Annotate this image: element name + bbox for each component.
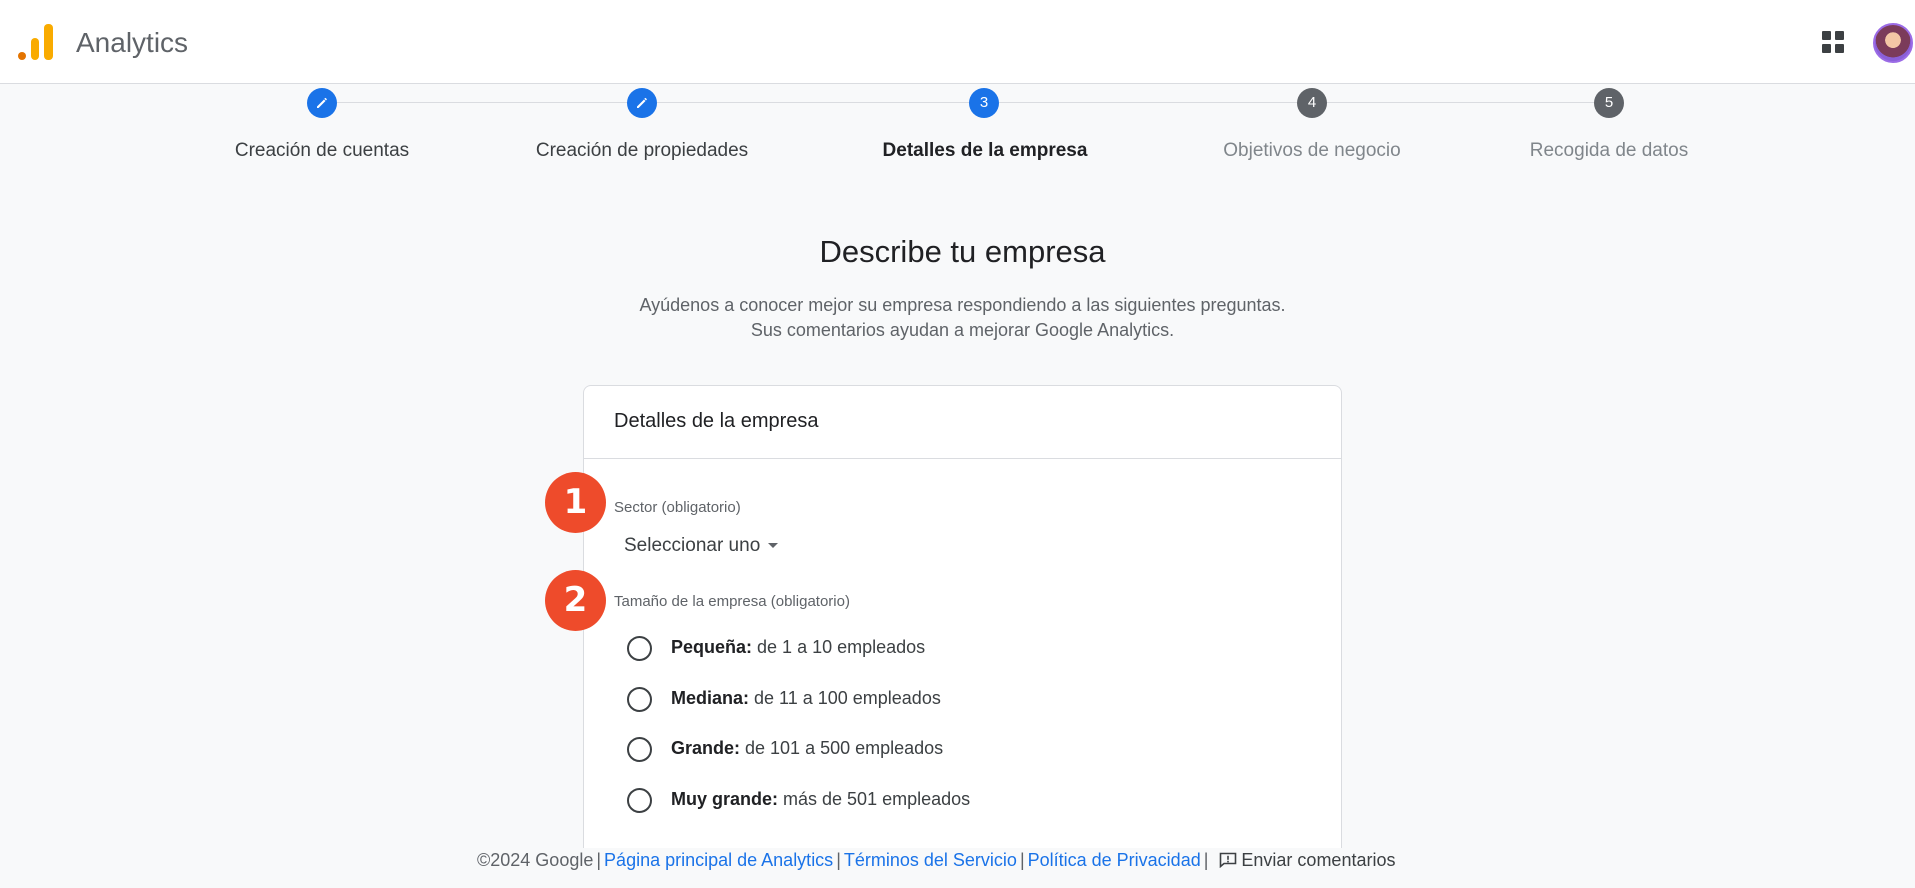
sector-label: Sector (obligatorio) <box>614 499 741 516</box>
page-subtitle-line1: Ayúdenos a conocer mejor su empresa resp… <box>639 295 1286 315</box>
feedback-icon <box>1220 852 1237 868</box>
step-1-label[interactable]: Creación de cuentas <box>235 140 409 162</box>
size-option-label: Grande: de 101 a 500 empleados <box>671 738 944 758</box>
sector-dropdown[interactable]: Seleccionar uno <box>624 535 779 557</box>
step-3-label: Detalles de la empresa <box>882 140 1088 161</box>
company-size-label: Tamaño de la empresa (obligatorio) <box>614 593 850 610</box>
stepper-connector <box>337 102 629 103</box>
analytics-home-link[interactable]: Página principal de Analytics <box>604 850 833 870</box>
sector-dropdown-value: Seleccionar uno <box>624 535 761 556</box>
size-option-label: Mediana: de 11 a 100 empleados <box>671 688 941 708</box>
step-1-edit-icon[interactable] <box>307 88 337 118</box>
stepper-connector <box>999 102 1297 103</box>
business-details-card: Detalles de la empresa Sector (obligator… <box>583 385 1342 865</box>
radio-button[interactable] <box>627 788 652 813</box>
copyright-text: ©2024 Google <box>477 850 594 870</box>
footer-links: ©2024 Google | Página principal de Analyti… <box>477 850 1396 870</box>
callout-badge-1: 1 <box>545 472 606 533</box>
radio-button[interactable] <box>627 687 652 712</box>
size-option-label: Muy grande: más de 501 empleados <box>671 789 971 809</box>
card-title: Detalles de la empresa <box>614 410 819 432</box>
terms-of-service-link[interactable]: Términos del Servicio <box>844 850 1017 870</box>
page-title: Describe tu empresa <box>819 234 1106 269</box>
user-avatar[interactable] <box>1873 23 1913 63</box>
callout-badge-2: 2 <box>545 570 606 631</box>
step-4-label: Objetivos de negocio <box>1223 140 1401 161</box>
footer: ©2024 Google | Página principal de Analyti… <box>0 848 1915 888</box>
privacy-policy-link[interactable]: Política de Privacidad <box>1028 850 1201 870</box>
step-3-number: 3 <box>969 88 999 118</box>
card-divider <box>584 458 1341 459</box>
radio-button[interactable] <box>627 636 652 661</box>
step-2-edit-icon[interactable] <box>627 88 657 118</box>
app-title: Analytics <box>76 27 189 58</box>
top-app-bar: Analytics <box>0 0 1915 84</box>
step-2-label[interactable]: Creación de propiedades <box>536 140 748 162</box>
step-5-number: 5 <box>1594 88 1624 118</box>
analytics-logo-icon[interactable] <box>18 24 54 60</box>
step-5-label: Recogida de datos <box>1529 140 1689 161</box>
stepper-connector <box>1325 102 1596 103</box>
stepper-connector <box>657 102 971 103</box>
page-subtitle-line2: Sus comentarios ayudan a mejorar Google … <box>750 320 1175 340</box>
size-option-label: Pequeña: de 1 a 10 empleados <box>671 637 926 657</box>
radio-button[interactable] <box>627 737 652 762</box>
send-feedback-button[interactable]: Enviar comentarios <box>1211 850 1395 870</box>
apps-grid-icon[interactable] <box>1822 31 1846 55</box>
feedback-label: Enviar comentarios <box>1241 850 1396 870</box>
step-4-number: 4 <box>1297 88 1327 118</box>
dropdown-arrow-icon <box>768 543 779 549</box>
